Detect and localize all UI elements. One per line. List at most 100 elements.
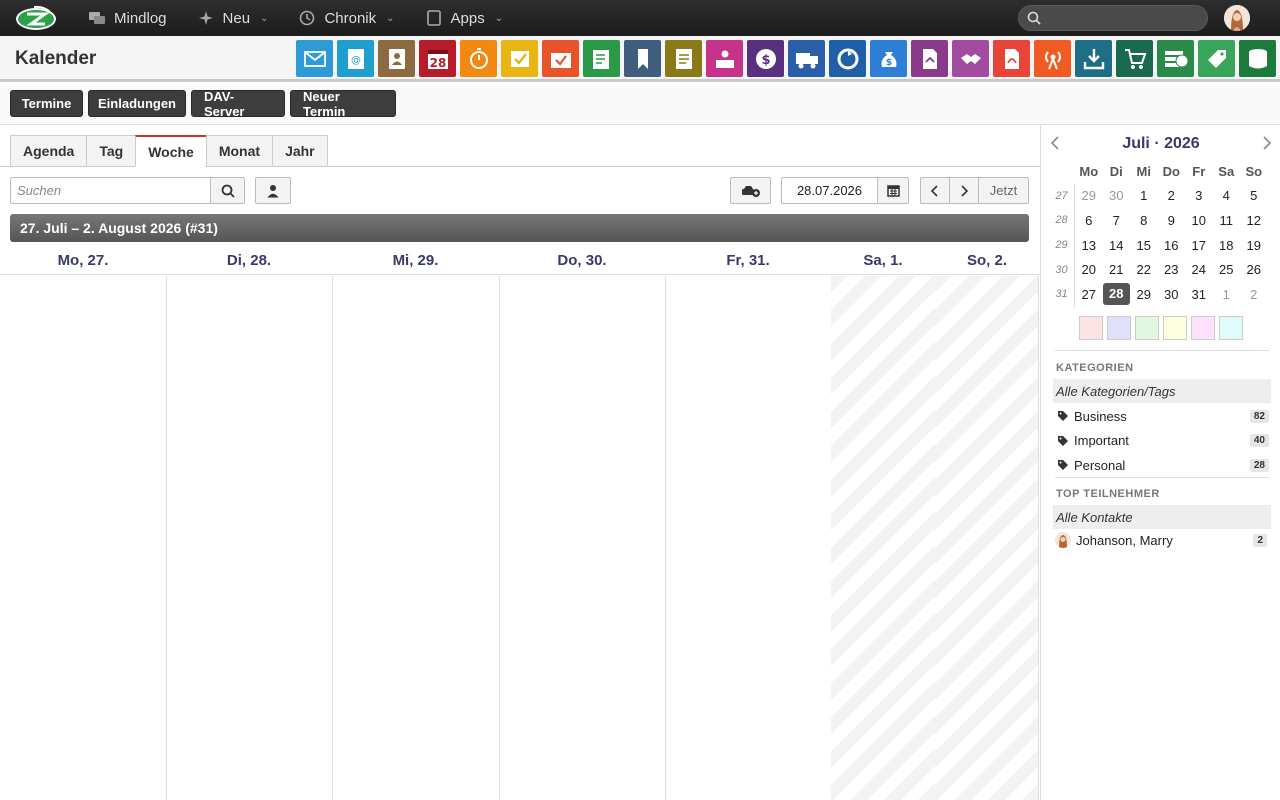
mini-calendar-week-number[interactable]: 30 [1049,257,1075,282]
cart-icon[interactable] [1116,40,1153,77]
all-categories-item[interactable]: Alle Kategorien/Tags [1053,379,1271,403]
mini-calendar-week-number[interactable]: 31 [1049,281,1075,307]
date-input[interactable]: 28.07.2026 [781,177,878,204]
mini-calendar-day[interactable]: 19 [1240,238,1268,253]
mini-calendar-day[interactable]: 21 [1103,262,1131,277]
money-bag-icon[interactable]: $ [870,40,907,77]
cerb-logo[interactable] [14,4,58,32]
mini-calendar-day[interactable]: 9 [1158,213,1186,228]
mini-calendar-day[interactable]: 26 [1240,262,1268,277]
prev-week-button[interactable] [920,177,950,204]
mini-calendar-day[interactable]: 29 [1130,287,1158,302]
mini-calendar-day[interactable]: 7 [1103,213,1131,228]
broadcast-icon[interactable] [1034,40,1071,77]
nav-history[interactable]: Chronik ⌄ [298,9,395,27]
color-swatch[interactable] [1079,316,1103,340]
calendar-search-input[interactable]: Suchen [10,177,211,204]
day-column-wed[interactable] [332,276,500,800]
category-item[interactable]: Personal 28 [1057,454,1271,476]
mini-calendar-day[interactable]: 25 [1213,262,1241,277]
category-item[interactable]: Important 40 [1057,430,1271,452]
avatar[interactable] [1224,5,1250,31]
day-column-tue[interactable] [166,276,333,800]
contract-icon[interactable] [911,40,948,77]
next-month-icon[interactable] [1261,135,1273,156]
price-tag-icon[interactable] [1198,40,1235,77]
category-item[interactable]: Business 82 [1057,405,1271,427]
date-picker-button[interactable] [877,177,909,204]
mini-calendar-day[interactable]: 27 [1075,287,1103,302]
mini-calendar-day[interactable]: 8 [1130,213,1158,228]
handshake-icon[interactable] [952,40,989,77]
mini-calendar-day[interactable]: 16 [1158,238,1186,253]
mini-calendar-day[interactable]: 28 [1102,283,1130,306]
global-search[interactable] [1018,5,1208,31]
cash-icon[interactable] [1157,40,1194,77]
mini-calendar-day[interactable]: 13 [1075,238,1103,253]
pdf-icon[interactable] [993,40,1030,77]
bookmark-icon[interactable] [624,40,661,77]
mini-calendar-day[interactable]: 2 [1240,287,1268,302]
next-week-button[interactable] [949,177,979,204]
mini-calendar-day[interactable]: 30 [1158,287,1186,302]
mini-calendar-day[interactable]: 23 [1158,262,1186,277]
mini-calendar-day[interactable]: 3 [1185,188,1213,203]
search-button[interactable] [210,177,245,204]
new-appointment-button[interactable]: Neuer Termin [290,89,396,119]
day-column-thu[interactable] [499,276,666,800]
mini-calendar-week-number[interactable]: 27 [1049,183,1075,209]
mini-calendar-day[interactable]: 17 [1185,238,1213,253]
appointments-button[interactable]: Termine [10,90,83,117]
contacts-icon[interactable] [378,40,415,77]
day-column-sun[interactable] [935,276,1039,800]
mail-icon[interactable] [296,40,333,77]
mini-calendar-day[interactable]: 31 [1185,287,1213,302]
now-button[interactable]: Jetzt [978,177,1029,204]
reception-icon[interactable] [706,40,743,77]
folder-check-icon[interactable] [542,40,579,77]
mini-calendar-day[interactable]: 11 [1213,213,1241,228]
recycle-icon[interactable] [829,40,866,77]
tab-agenda[interactable]: Agenda [10,135,87,167]
all-contacts-item[interactable]: Alle Kontakte [1053,505,1271,529]
timer-icon[interactable] [460,40,497,77]
database-icon[interactable] [1239,40,1276,77]
dollar-icon[interactable]: $ [747,40,784,77]
tab-month[interactable]: Monat [205,135,273,167]
download-icon[interactable] [1075,40,1112,77]
color-swatch[interactable] [1163,316,1187,340]
truck-icon[interactable] [788,40,825,77]
mini-calendar-day[interactable]: 12 [1240,213,1268,228]
tab-week[interactable]: Woche [135,135,206,167]
mini-calendar-day[interactable]: 14 [1103,238,1131,253]
color-swatch[interactable] [1219,316,1243,340]
participant-item[interactable]: Johanson, Marry 2 [1055,529,1269,551]
mini-calendar-day[interactable]: 1 [1213,287,1241,302]
mini-calendar-day[interactable]: 2 [1158,188,1186,203]
document-icon[interactable] [665,40,702,77]
nav-new[interactable]: Neu ⌄ [197,9,268,27]
mini-calendar-day[interactable]: 1 [1130,188,1158,203]
add-calendar-button[interactable] [730,177,771,204]
mini-calendar-day[interactable]: 4 [1213,188,1241,203]
mini-calendar-day[interactable]: 29 [1075,188,1103,203]
tasks-icon[interactable] [501,40,538,77]
day-column-fri[interactable] [665,276,832,800]
mini-calendar-day[interactable]: 22 [1130,262,1158,277]
person-filter-button[interactable] [255,177,291,204]
mini-calendar-week-number[interactable]: 28 [1049,208,1075,233]
tab-day[interactable]: Tag [86,135,136,167]
global-search-input[interactable] [1047,10,1197,26]
mini-calendar-title[interactable]: Juli · 2026 [1041,135,1280,153]
color-swatch[interactable] [1191,316,1215,340]
calendar-icon[interactable]: 28 [419,40,456,77]
invitations-button[interactable]: Einladungen [88,90,186,117]
day-column-sat[interactable] [831,276,936,800]
mini-calendar-day[interactable]: 18 [1213,238,1241,253]
mini-calendar-day[interactable]: 24 [1185,262,1213,277]
nav-mindlog[interactable]: Mindlog [88,9,167,27]
mini-calendar-day[interactable]: 20 [1075,262,1103,277]
color-swatch[interactable] [1107,316,1131,340]
mini-calendar-day[interactable]: 10 [1185,213,1213,228]
color-swatch[interactable] [1135,316,1159,340]
